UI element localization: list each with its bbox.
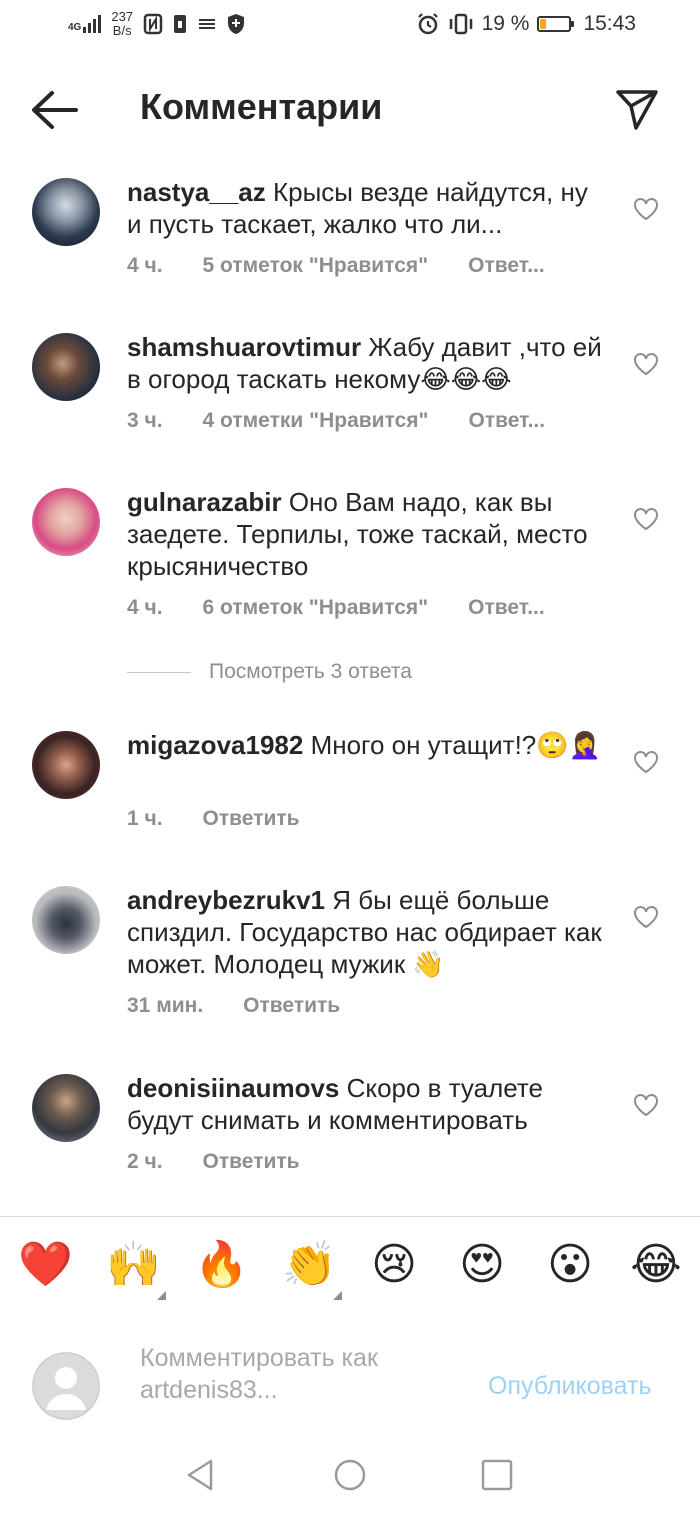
emoji-crying-face[interactable]: 😢 — [368, 1239, 420, 1291]
battery-icon — [537, 16, 575, 32]
avatar[interactable] — [32, 178, 100, 246]
back-arrow-icon[interactable] — [30, 88, 80, 132]
avatar[interactable] — [32, 886, 100, 954]
comment-username[interactable]: shamshuarovtimur — [127, 332, 361, 362]
emoji-clapping-hands[interactable]: 👏 — [282, 1239, 337, 1291]
like-heart-icon[interactable] — [633, 905, 659, 929]
like-heart-icon[interactable] — [633, 1093, 659, 1117]
clock: 15:43 — [583, 12, 636, 35]
shield-icon — [228, 14, 245, 34]
reply-button[interactable]: Ответить — [203, 807, 300, 831]
emoji-heart[interactable]: ❤️ — [18, 1239, 73, 1291]
avatar[interactable] — [32, 731, 100, 799]
system-nav-bar — [0, 1442, 700, 1517]
emoji-fire[interactable]: 🔥 — [194, 1239, 249, 1291]
view-replies-button[interactable]: Посмотреть 3 ответа — [127, 660, 412, 684]
direct-message-icon[interactable] — [614, 86, 660, 132]
default-avatar-icon — [32, 1352, 100, 1420]
network-speed: 237 B/s — [111, 9, 134, 38]
nfc-icon — [143, 13, 163, 35]
comment-likes[interactable]: 4 отметки "Нравится" — [203, 409, 429, 433]
menu-lines-icon — [199, 19, 216, 29]
comment-username[interactable]: andreybezrukv1 — [127, 885, 325, 915]
comment-username[interactable]: migazova1982 — [127, 730, 303, 760]
comment-composer: Комментировать как artdenis83... Опублик… — [0, 1312, 700, 1442]
reply-button[interactable]: Ответ... — [468, 596, 545, 620]
skin-tone-indicator-icon — [157, 1291, 166, 1300]
page-title: Комментарии — [140, 86, 383, 127]
nav-home-icon[interactable] — [333, 1458, 367, 1492]
reply-button[interactable]: Ответить — [243, 994, 340, 1018]
status-bar: 4G 237 B/s 19 % 15:43 — [0, 0, 700, 56]
emoji-surprised-face[interactable]: 😮 — [544, 1239, 596, 1291]
comment-time: 1 ч. — [127, 807, 163, 830]
comment-username[interactable]: gulnarazabir — [127, 487, 282, 517]
comment-time: 2 ч. — [127, 1150, 163, 1173]
emoji-tears-of-joy[interactable]: 😂 — [630, 1239, 682, 1291]
sim-icon — [174, 15, 187, 33]
emoji-heart-eyes[interactable]: 😍 — [456, 1239, 508, 1291]
like-heart-icon[interactable] — [633, 352, 659, 376]
network-type: 4G — [68, 22, 82, 33]
comment-text: Много он утащит!?🙄🤦‍♀️ — [310, 730, 602, 760]
comment-time: 4 ч. — [127, 596, 163, 619]
publish-button[interactable]: Опубликовать — [488, 1372, 651, 1401]
reply-button[interactable]: Ответ... — [468, 409, 545, 433]
comment-likes[interactable]: 6 отметок "Нравится" — [203, 596, 429, 620]
battery-percent: 19 % — [481, 12, 530, 35]
reply-button[interactable]: Ответ... — [468, 254, 545, 278]
header: Комментарии — [0, 70, 700, 150]
nav-recents-icon[interactable] — [480, 1458, 514, 1492]
signal-icon — [83, 15, 102, 33]
avatar[interactable] — [32, 488, 100, 556]
divider — [127, 671, 191, 673]
avatar[interactable] — [32, 333, 100, 401]
like-heart-icon[interactable] — [633, 750, 659, 774]
comment-time: 3 ч. — [127, 409, 163, 432]
view-replies-label: Посмотреть 3 ответа — [209, 660, 412, 683]
user-avatar — [32, 1352, 100, 1420]
like-heart-icon[interactable] — [633, 507, 659, 531]
like-heart-icon[interactable] — [633, 197, 659, 221]
comment-input[interactable]: Комментировать как artdenis83... — [140, 1342, 460, 1406]
alarm-icon — [417, 13, 438, 35]
emoji-quick-bar: ❤️ 🙌 🔥 👏 😢 😍 😮 😂 — [0, 1216, 700, 1314]
comment-username[interactable]: deonisiinaumovs — [127, 1073, 339, 1103]
reply-button[interactable]: Ответить — [203, 1150, 300, 1174]
skin-tone-indicator-icon — [333, 1291, 342, 1300]
avatar[interactable] — [32, 1074, 100, 1142]
nav-back-icon[interactable] — [183, 1458, 217, 1492]
emoji-raised-hands[interactable]: 🙌 — [106, 1239, 161, 1291]
comment-time: 31 мин. — [127, 994, 204, 1017]
vibrate-icon — [449, 13, 472, 35]
comment-username[interactable]: nastya__az — [127, 177, 266, 207]
comment-likes[interactable]: 5 отметок "Нравится" — [203, 254, 429, 278]
comment-time: 4 ч. — [127, 254, 163, 277]
